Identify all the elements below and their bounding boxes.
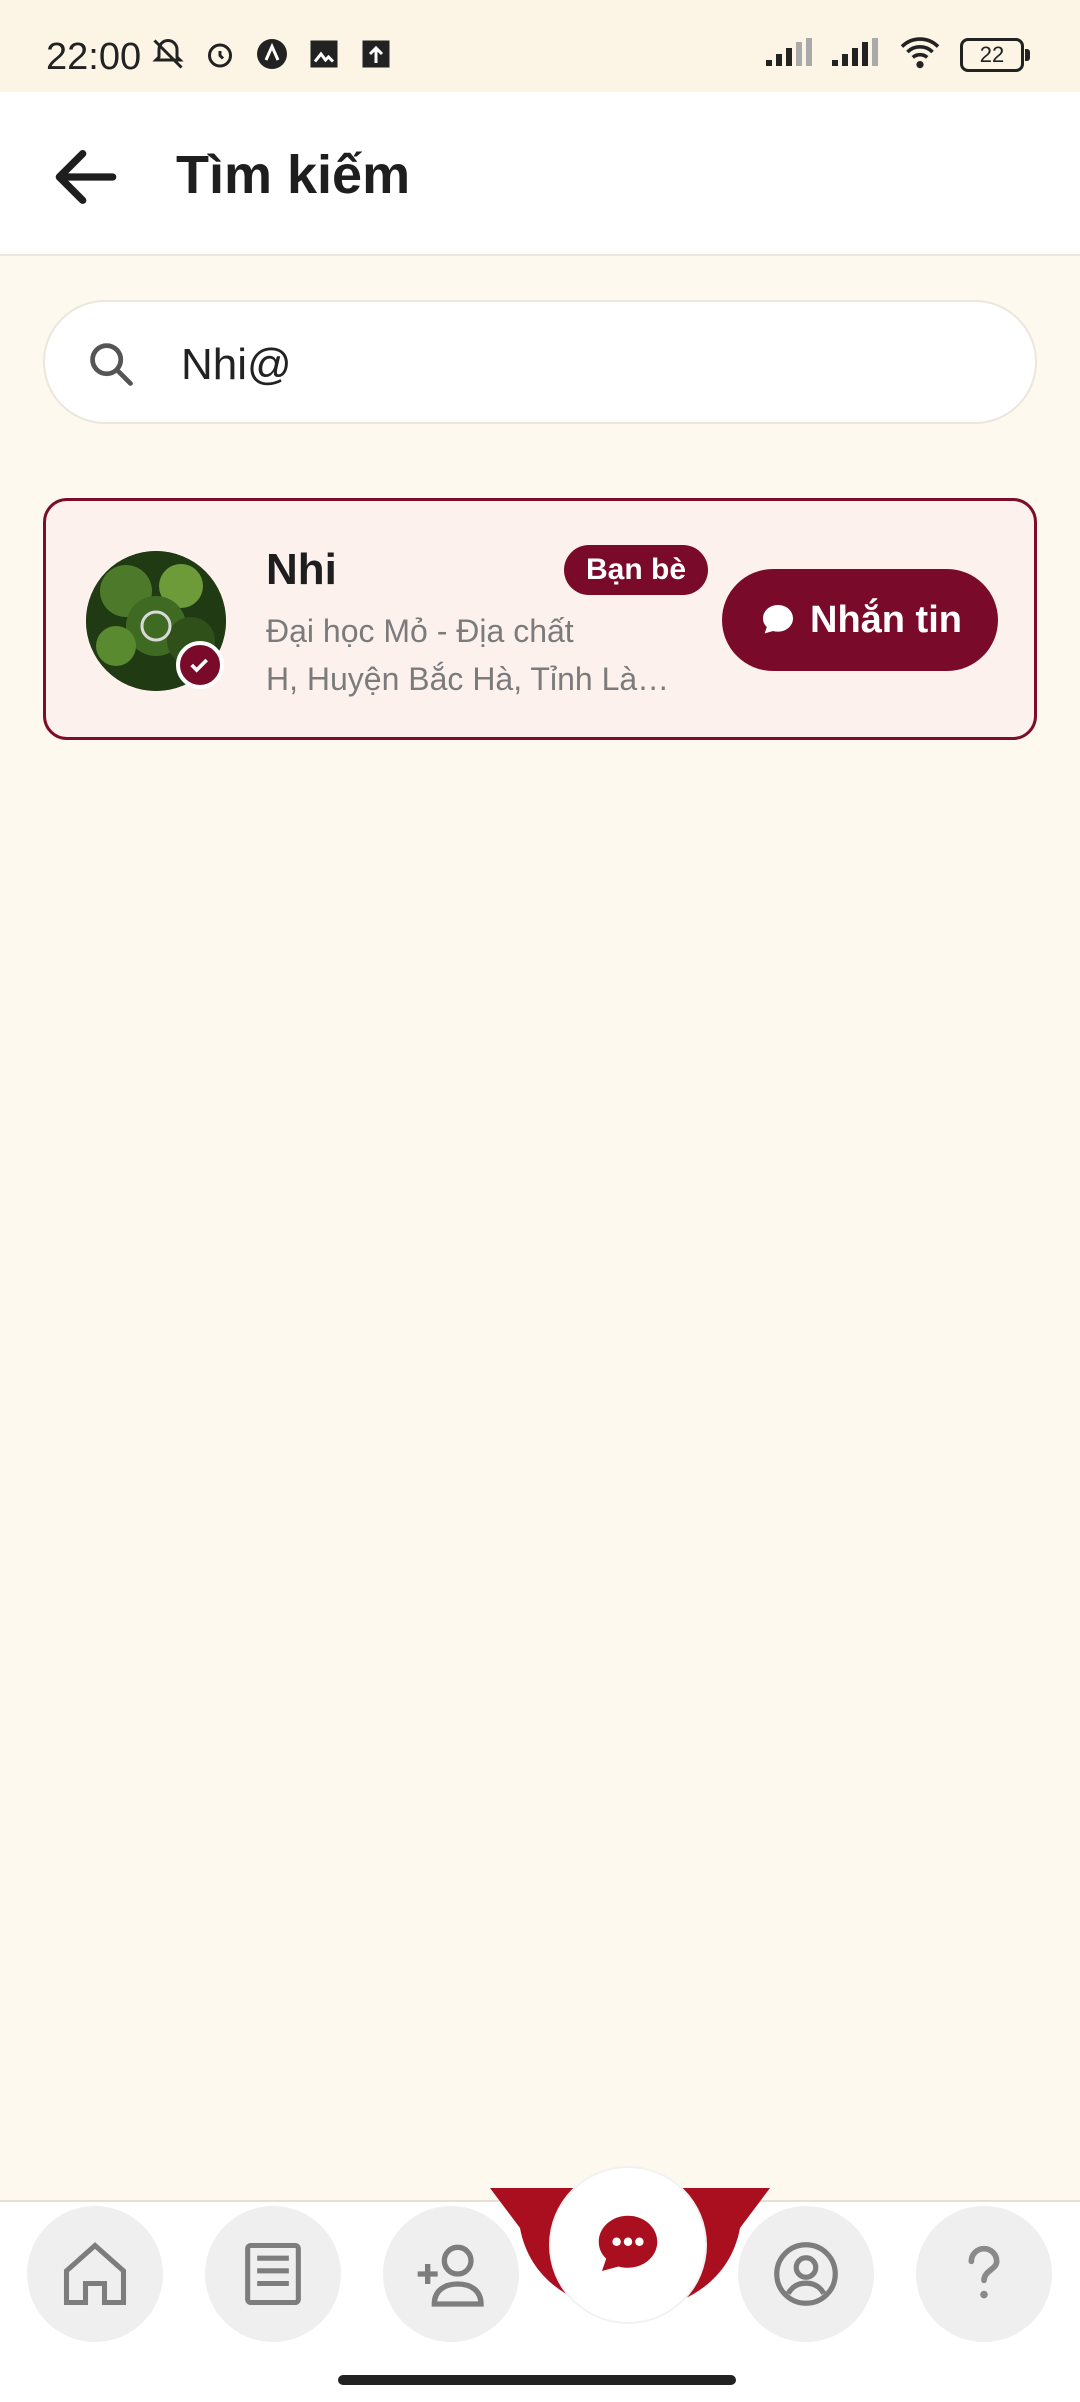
message-button[interactable]: Nhắn tin: [722, 569, 998, 671]
profile-icon: [774, 2242, 838, 2306]
chat-bubble-icon: [763, 605, 793, 634]
contact-address: H, Huyện Bắc Hà, Tỉnh Lào ...: [266, 661, 686, 697]
message-button-label: Nhắn tin: [810, 598, 962, 641]
contact-school: Đại học Mỏ - Địa chất: [266, 613, 574, 649]
nav-news-button[interactable]: [205, 2206, 341, 2342]
nav-home-button[interactable]: [27, 2206, 163, 2342]
search-input[interactable]: [179, 330, 963, 400]
result-card[interactable]: Nhi Bạn bè Đại học Mỏ - Địa chất H, Huyệ…: [43, 498, 1037, 740]
wifi-icon: [898, 34, 942, 75]
signal-icon: [832, 38, 880, 71]
alarm-icon: [202, 36, 238, 72]
nav-chat-button[interactable]: [551, 2168, 705, 2322]
bell-off-icon: [150, 36, 186, 72]
status-time: 22:00: [46, 36, 142, 78]
nav-help-button[interactable]: [916, 2206, 1052, 2342]
chat-icon: [598, 2215, 658, 2271]
home-indicator: [338, 2375, 736, 2385]
search-box: [43, 300, 1037, 424]
nav-add-friend-button[interactable]: [383, 2206, 519, 2342]
search-icon: [85, 338, 137, 390]
nav-profile-button[interactable]: [738, 2206, 874, 2342]
back-button[interactable]: [46, 137, 126, 217]
add-friend-icon: [417, 2244, 484, 2307]
page-title: Tìm kiếm: [176, 145, 411, 205]
status-bar: 22:00 22: [0, 0, 1080, 92]
friend-badge: Bạn bè: [564, 545, 709, 595]
app-bar: Tìm kiếm: [0, 92, 1080, 256]
home-icon: [63, 2242, 127, 2306]
help-icon: [968, 2245, 1000, 2299]
status-icons-left: [150, 36, 394, 72]
nav-icon: [254, 36, 290, 72]
verified-check-icon: [176, 641, 224, 689]
upload-icon: [358, 36, 394, 72]
battery-icon: 22: [960, 37, 1030, 72]
status-icons-right: 22: [766, 34, 1030, 75]
signal-icon: [766, 38, 814, 71]
newspaper-icon: [245, 2242, 301, 2306]
contact-name: Nhi: [266, 545, 337, 594]
image-icon: [306, 36, 342, 72]
arrow-left-icon: [55, 150, 117, 204]
